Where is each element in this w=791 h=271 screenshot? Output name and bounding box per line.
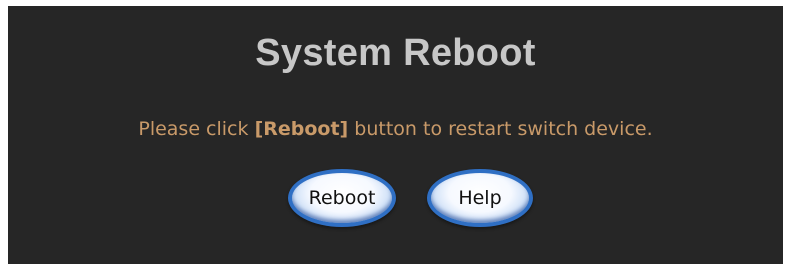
reboot-button[interactable]: Reboot: [288, 169, 396, 227]
page-title: System Reboot: [255, 32, 536, 74]
instruction-text-end: button to restart switch device.: [348, 118, 653, 140]
instruction-text-start: Please click: [138, 118, 255, 140]
help-button[interactable]: Help: [427, 169, 533, 227]
instruction-emphasis: [Reboot]: [254, 118, 349, 140]
reboot-instruction: Please click [Reboot] button to restart …: [8, 118, 783, 140]
reboot-panel: System Reboot Please click [Reboot] butt…: [8, 6, 783, 264]
